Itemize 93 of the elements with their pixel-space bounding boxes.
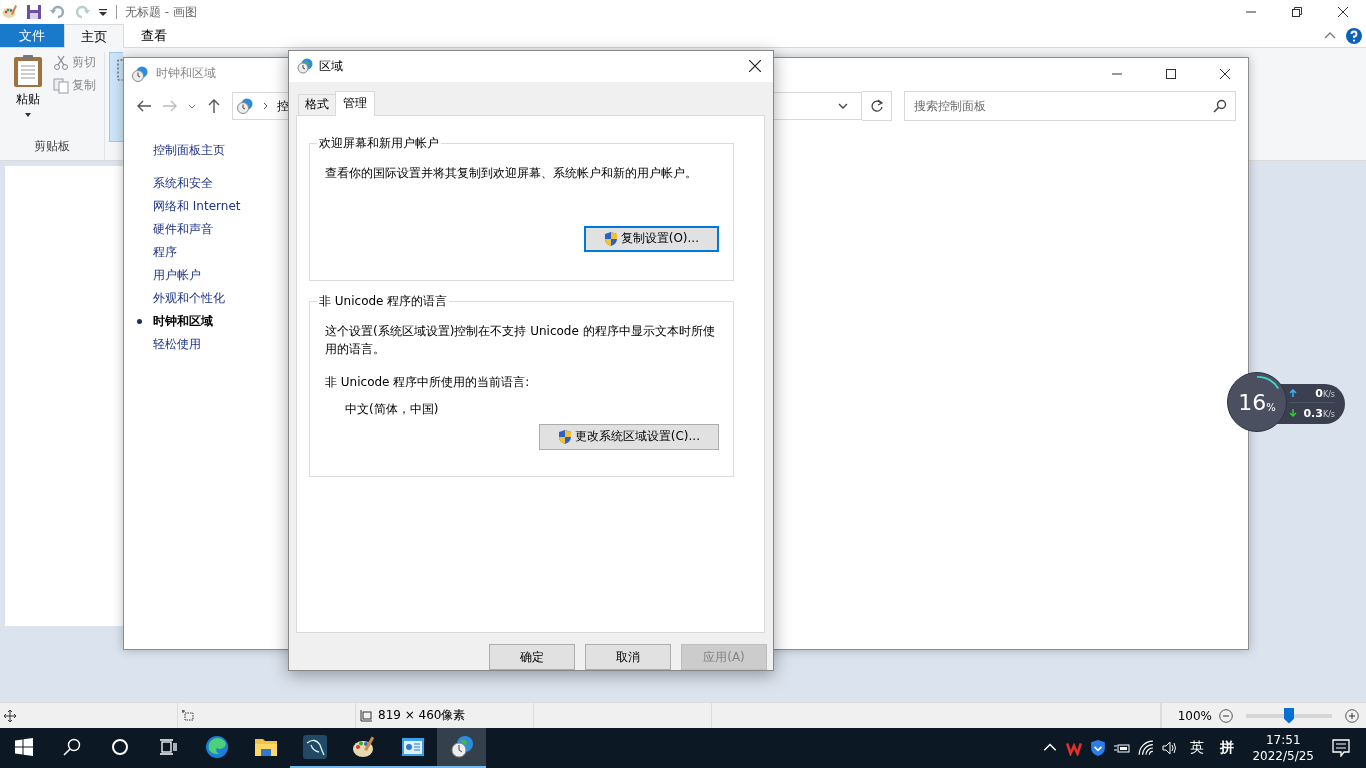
plus-icon	[1345, 708, 1359, 723]
dialog-tab[interactable]: 管理	[335, 90, 375, 116]
palette-icon	[2, 4, 18, 20]
ribbon-tab[interactable]: 主页	[64, 24, 124, 48]
globe-clock-icon	[297, 58, 313, 75]
chevron-icon	[261, 102, 269, 110]
close-icon	[1220, 68, 1230, 79]
back-icon[interactable]	[136, 98, 152, 114]
task-view-icon	[159, 738, 177, 756]
download-arrow-icon	[1289, 408, 1297, 417]
zoom-in-button[interactable]	[1344, 707, 1360, 724]
sidebar-item[interactable]: 用户帐户	[153, 267, 201, 284]
wps-icon[interactable]	[1066, 740, 1083, 756]
dashboard-icon	[400, 735, 425, 759]
clipboard-icon	[12, 54, 43, 88]
admin-button[interactable]: 复制设置(O)...	[583, 225, 719, 252]
speed-unit: K/s	[1322, 409, 1335, 419]
dialog-button[interactable]: 取消	[585, 644, 671, 670]
dolphin-icon	[302, 735, 327, 759]
caret-icon	[23, 111, 32, 119]
description: 这个设置(系统区域设置)控制在不支持 Unicode 的程序中显示文本时所使用的语言。	[325, 322, 716, 358]
selection-size-icon	[182, 709, 194, 722]
upload-speed: 0	[1315, 386, 1323, 400]
shield-icon	[557, 429, 572, 444]
sidebar-item[interactable]: 轻松使用	[153, 336, 201, 353]
group-label: 剪贴板	[34, 138, 70, 155]
selection-icon	[117, 59, 123, 81]
group-title: 欢迎屏幕和新用户帐户	[318, 134, 440, 152]
description: 查看你的国际设置并将其复制到欢迎屏幕、系统帐户和新的用户帐户。	[325, 164, 698, 182]
input-method-button[interactable]: 拼	[1212, 733, 1243, 763]
paste-button[interactable]: 粘贴	[8, 52, 47, 138]
sidebar-item[interactable]: 硬件和声音	[153, 221, 213, 238]
sidebar-link[interactable]: 控制面板主页	[153, 142, 225, 159]
browser-icon	[204, 735, 229, 759]
sidebar-item[interactable]: 系统和安全	[153, 175, 213, 192]
selected-bullet	[137, 319, 142, 324]
sidebar-item[interactable]: 外观和个性化	[153, 290, 225, 307]
maximize-icon	[1166, 68, 1176, 79]
move-icon	[4, 709, 16, 722]
sidebar-item[interactable]: 程序	[153, 244, 177, 261]
recent-caret-icon[interactable]	[188, 102, 196, 110]
customize-caret-icon[interactable]	[98, 7, 108, 17]
search-icon	[1213, 99, 1227, 113]
window-title: 无标题 - 画图	[125, 3, 197, 21]
clock-globe-icon	[237, 98, 253, 114]
globe-clock-icon	[449, 735, 474, 759]
ribbon-tab[interactable]: 文件	[0, 24, 64, 47]
dialog-button[interactable]: 确定	[489, 644, 575, 670]
shield-icon	[603, 231, 618, 246]
image-size: 819 × 460像素	[378, 707, 466, 724]
minimize-icon	[1246, 11, 1256, 13]
notification-icon[interactable]	[1332, 739, 1350, 757]
dialog-tab[interactable]: 格式	[298, 93, 336, 115]
refresh-button[interactable]	[862, 91, 892, 121]
window-title: 时钟和区域	[156, 65, 216, 82]
wifi-icon[interactable]	[1138, 740, 1155, 756]
address-text: 控	[277, 97, 289, 115]
image-size-icon	[360, 709, 372, 722]
zoom-level: 100%	[1177, 708, 1212, 723]
search-icon	[63, 738, 81, 756]
admin-button[interactable]: 更改系统区域设置(C)...	[538, 423, 719, 450]
input-mode-button[interactable]: 英	[1182, 733, 1213, 763]
shield-icon[interactable]	[1090, 740, 1107, 756]
current-language-label: 非 Unicode 程序中所使用的当前语言:	[325, 373, 531, 391]
refresh-icon	[869, 99, 884, 113]
upload-arrow-icon	[1289, 388, 1297, 397]
copy-icon	[52, 77, 69, 94]
clock-globe-icon	[132, 65, 148, 82]
close-icon	[1338, 7, 1348, 17]
search-field[interactable]: 搜索控制面板	[904, 91, 1236, 121]
close-icon	[749, 60, 761, 73]
windows-logo-icon	[15, 738, 33, 756]
restore-icon	[1292, 7, 1302, 17]
taskbar-button[interactable]	[437, 728, 486, 768]
scissors-icon	[52, 54, 69, 71]
minimize-icon	[1112, 72, 1122, 75]
sidebar-item[interactable]: 网络和 Internet	[153, 198, 241, 215]
download-speed: 0.3	[1303, 406, 1323, 420]
help-icon[interactable]	[1346, 27, 1362, 44]
ribbon-tab[interactable]: 查看	[124, 24, 184, 47]
clock-button[interactable]: 17:51 2022/5/25	[1242, 733, 1324, 763]
current-language: 中文(简体，中国)	[345, 400, 440, 418]
dialog-title: 区域	[319, 57, 343, 75]
minus-icon	[1219, 708, 1233, 723]
save-icon[interactable]	[26, 4, 42, 20]
speed-unit: K/s	[1322, 389, 1335, 399]
group-title: 非 Unicode 程序的语言	[318, 292, 449, 310]
palette-icon	[351, 735, 376, 759]
ring-icon	[111, 738, 129, 756]
sidebar-item[interactable]: 时钟和区域	[153, 313, 213, 330]
volume-icon[interactable]	[1162, 740, 1179, 756]
up-icon[interactable]	[206, 98, 222, 114]
zoom-out-button[interactable]	[1218, 707, 1234, 724]
